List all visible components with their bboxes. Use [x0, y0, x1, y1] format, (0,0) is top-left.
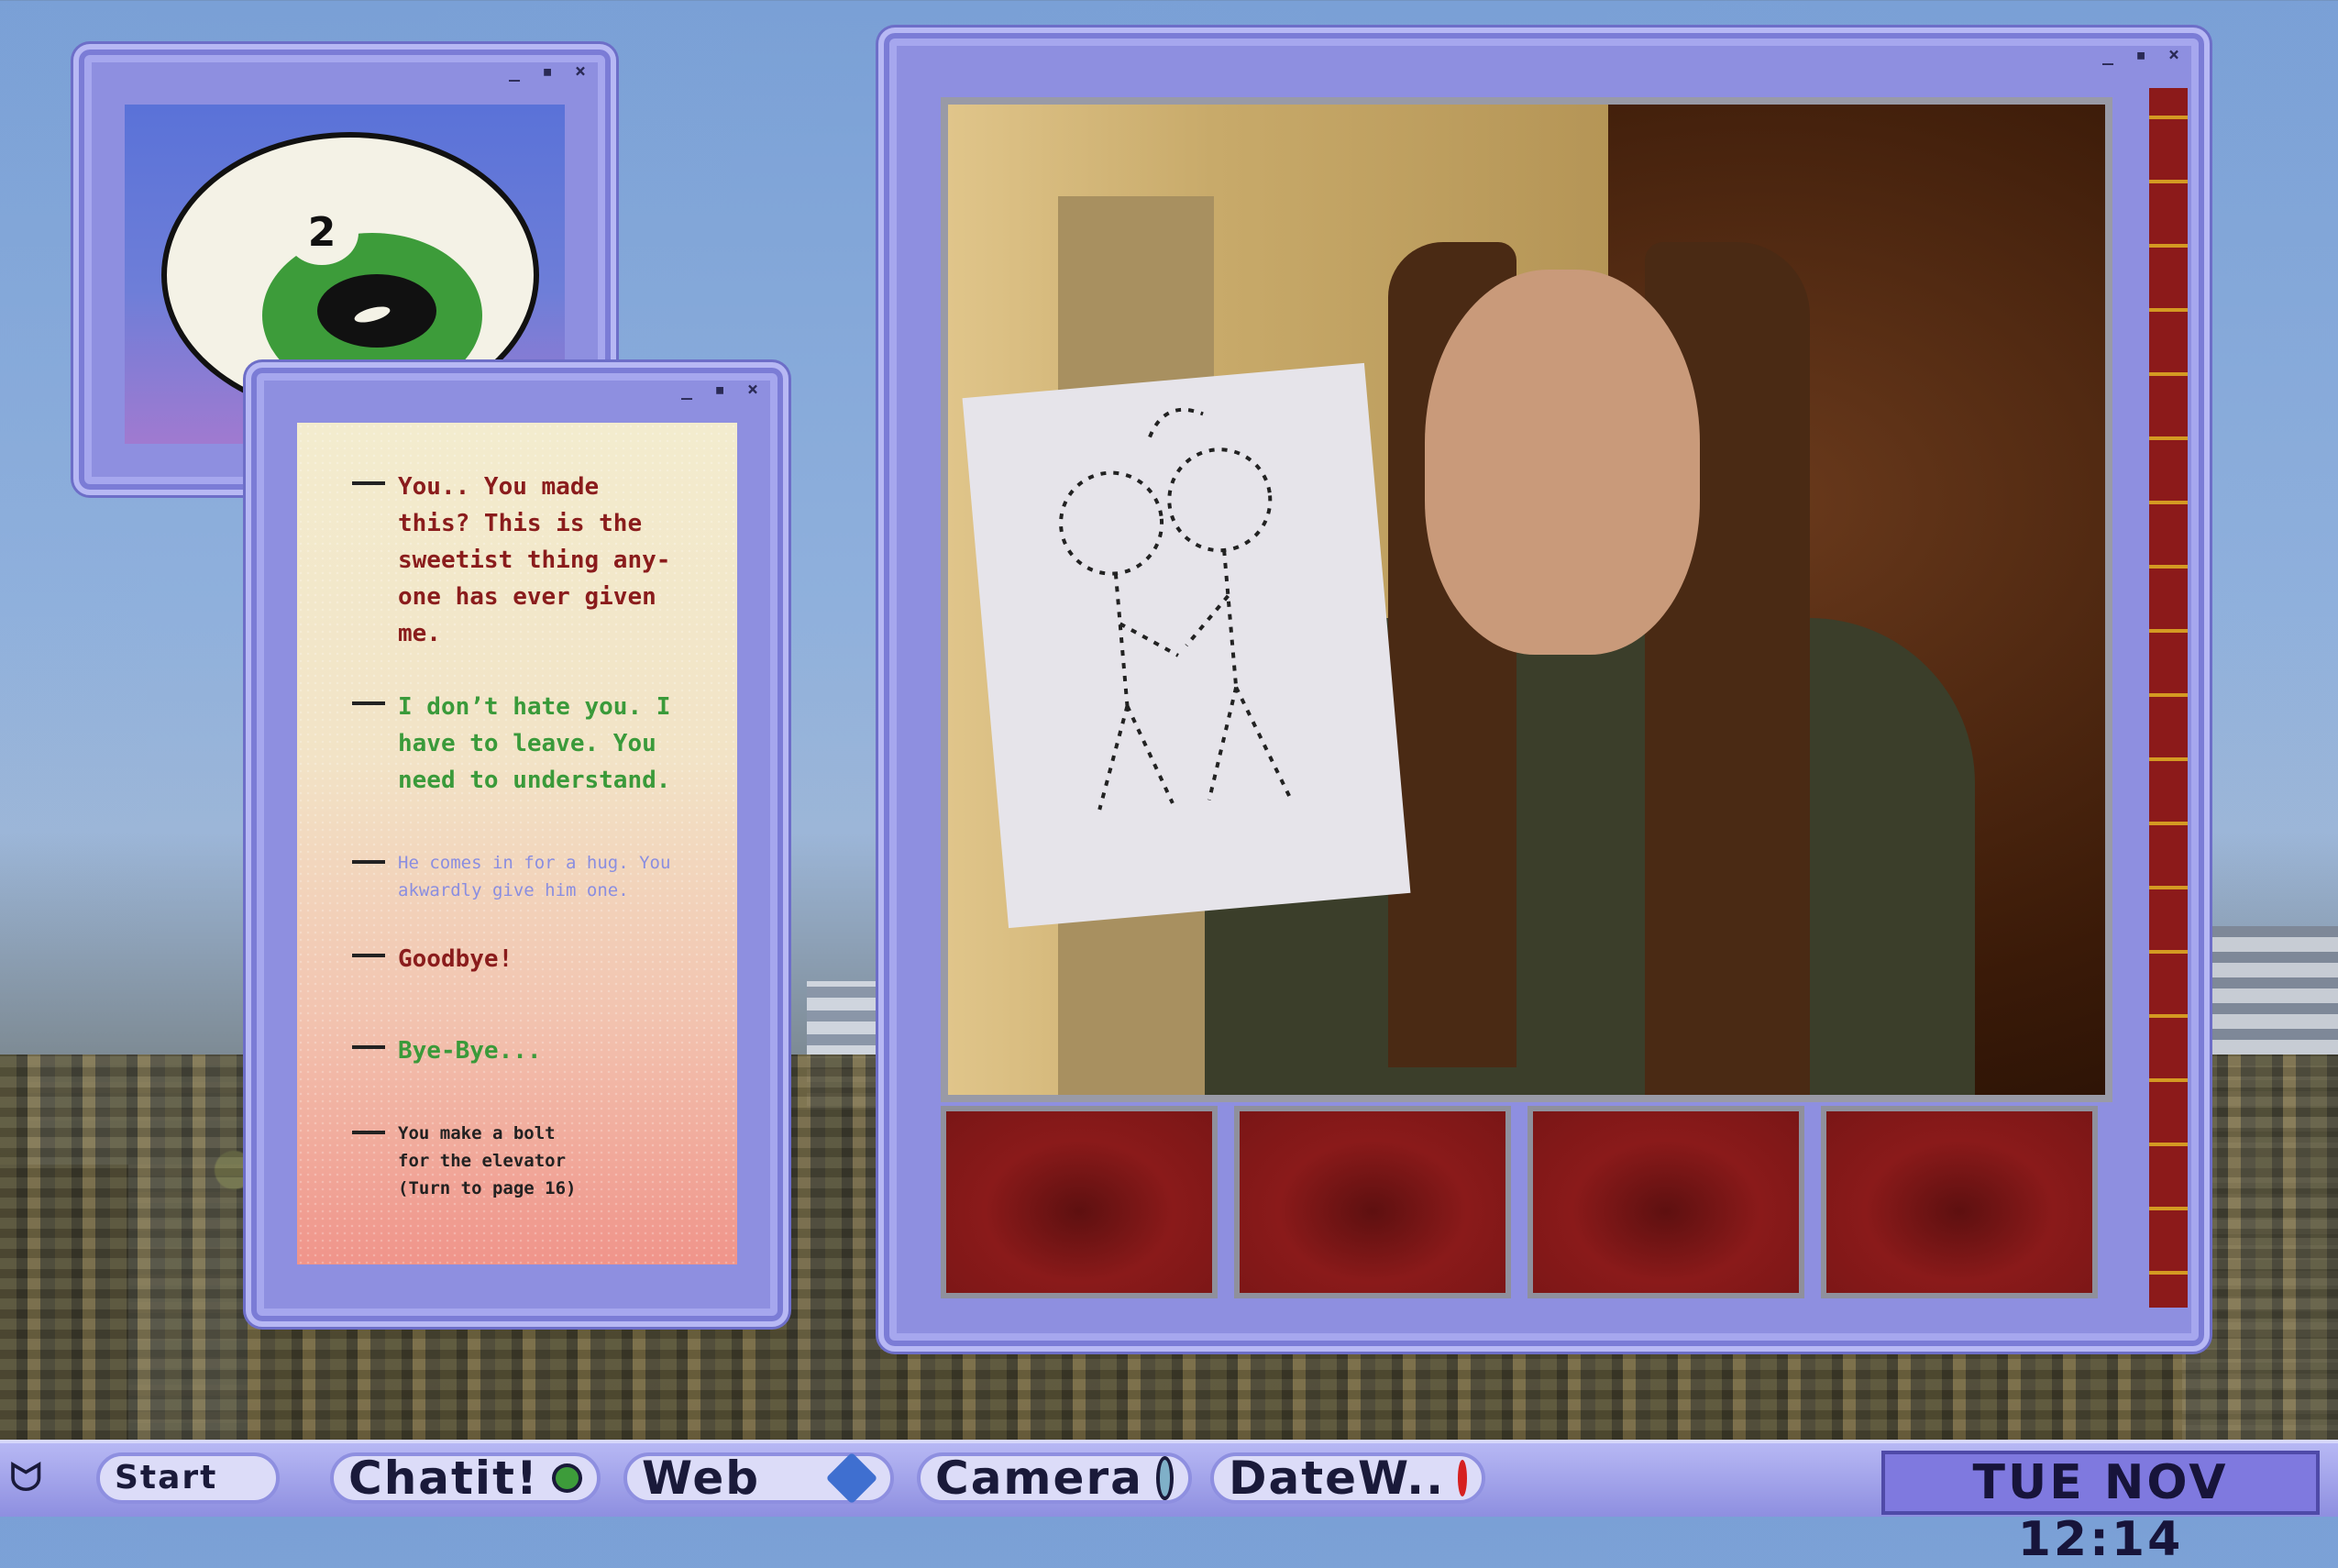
globe-icon: [825, 1452, 878, 1505]
minimize-icon[interactable]: _: [504, 61, 524, 81]
thumbnail-slot[interactable]: [1821, 1106, 2098, 1298]
camera-button[interactable]: Camera: [917, 1452, 1192, 1504]
narration-text: He comes in for a hug. You akwardly give…: [398, 853, 671, 900]
dialogue-text: You.. You made this? This is the sweetis…: [398, 473, 671, 647]
photo-person-face: [1425, 270, 1700, 655]
dialogue-option[interactable]: Bye-Bye...: [352, 1032, 710, 1069]
datew-label: DateW..: [1229, 1452, 1446, 1505]
maximize-icon[interactable]: ▪: [710, 379, 730, 399]
minimize-icon[interactable]: _: [2098, 44, 2118, 64]
dash-bullet: [352, 1045, 385, 1049]
close-icon[interactable]: ×: [2164, 44, 2184, 64]
camera-sidebar-pattern: [2149, 88, 2188, 1308]
dialogue-option-text[interactable]: I don’t hate you. I have to leave. You n…: [398, 689, 710, 799]
dash-bullet: [352, 701, 385, 705]
minimize-icon[interactable]: _: [677, 379, 697, 399]
window-controls: _ ▪ ×: [677, 379, 763, 399]
window-controls: _ ▪ ×: [504, 61, 590, 81]
dialogue-option[interactable]: I don’t hate you. I have to leave. You n…: [352, 689, 710, 799]
dialogue-option-text[interactable]: You make a bolt for the elevator (Turn t…: [398, 1120, 710, 1202]
maximize-icon[interactable]: ▪: [2131, 44, 2151, 64]
camera-photo: [941, 97, 2112, 1102]
thumbnail-slot[interactable]: [1527, 1106, 1804, 1298]
dash-bullet: [352, 860, 385, 864]
web-label: Web: [642, 1452, 761, 1505]
dialogue-window[interactable]: _ ▪ × You.. You made this? This is the s…: [246, 362, 789, 1327]
dialogue-option[interactable]: You make a bolt for the elevator (Turn t…: [352, 1120, 710, 1202]
camera-lens-icon: [1155, 1456, 1174, 1500]
dialogue-option-text[interactable]: Bye-Bye...: [398, 1032, 710, 1069]
dash-bullet: [352, 954, 385, 957]
camera-thumbnails: [941, 1106, 2098, 1298]
dash-bullet: [352, 481, 385, 485]
heart-icon: [1458, 1460, 1467, 1496]
taskbar: ᗢ Start Chatit! Web Camera DateW.. TUE N…: [0, 1440, 2338, 1567]
thumbnail-slot[interactable]: [1234, 1106, 1511, 1298]
dash-bullet: [352, 1131, 385, 1134]
web-button[interactable]: Web: [623, 1452, 894, 1505]
chatit-label: Chatit!: [348, 1452, 539, 1505]
dialogue-line: Goodbye!: [352, 941, 710, 977]
dialogue-line: You.. You made this? This is the sweetis…: [352, 469, 710, 652]
maximize-icon[interactable]: ▪: [537, 61, 557, 81]
eye-icon: [551, 1463, 582, 1493]
start-label: Start: [115, 1459, 218, 1496]
photo-drawing-paper: [962, 362, 1411, 929]
datew-button[interactable]: DateW..: [1210, 1452, 1485, 1504]
window-controls: _ ▪ ×: [2098, 44, 2184, 64]
eye-counter-bubble: 2: [285, 201, 358, 265]
camera-window[interactable]: _ ▪ ×: [878, 28, 2210, 1352]
stick-figure-drawing: [1059, 407, 1295, 811]
thumbnail-slot[interactable]: [941, 1106, 1218, 1298]
dialogue-panel: You.. You made this? This is the sweetis…: [297, 423, 737, 1264]
chatit-button[interactable]: Chatit!: [330, 1452, 601, 1504]
cat-logo-icon[interactable]: ᗢ: [9, 1458, 92, 1498]
dialogue-text: Goodbye!: [398, 945, 513, 973]
clock: TUE NOV 12:14: [1881, 1451, 2320, 1567]
close-icon[interactable]: ×: [743, 379, 763, 399]
narration-line: He comes in for a hug. You akwardly give…: [352, 849, 710, 904]
camera-label: Camera: [935, 1452, 1143, 1505]
start-button[interactable]: Start: [96, 1452, 280, 1504]
close-icon[interactable]: ×: [570, 61, 590, 81]
